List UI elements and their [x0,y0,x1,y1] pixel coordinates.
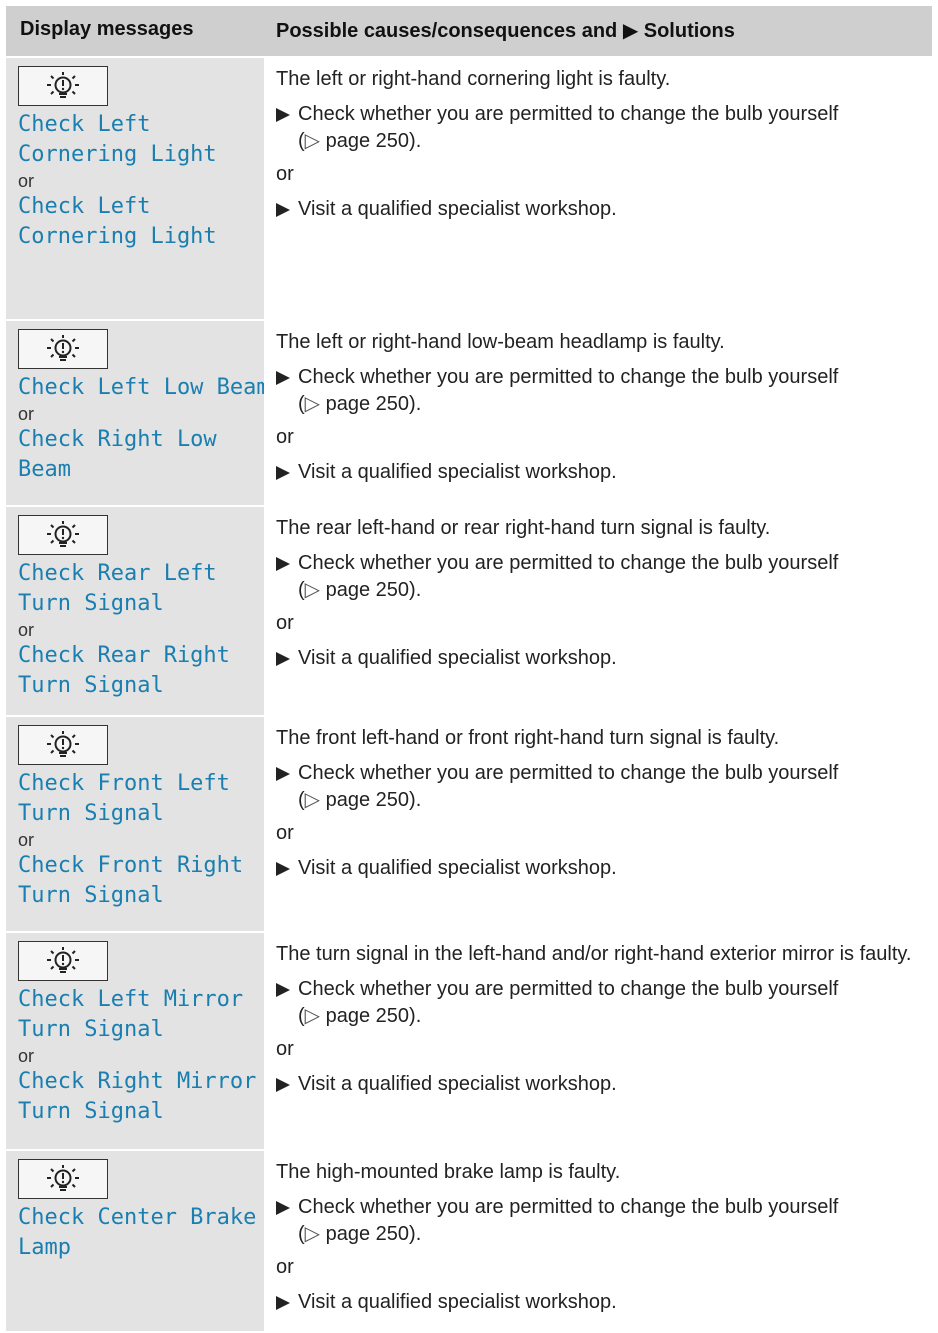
or-label: or [276,1256,294,1278]
or-label: or [276,822,294,844]
arrow-right-icon [276,550,298,604]
bulb-warning-icon [18,329,108,369]
cause-description: The turn signal in the left-hand and/or … [276,943,912,965]
arrow-right-icon [276,976,298,1030]
solution-step: Visit a qualified specialist workshop. [276,645,932,672]
display-message-cell: Check Left Mirror Turn Signal or Check R… [6,933,264,1149]
message-text: Check Left Cornering Light [18,112,217,167]
solution-step: Check whether you are permitted to chang… [276,550,932,604]
header-display-messages: Display messages [20,18,194,40]
cause-description: The left or right-hand cornering light i… [276,68,671,90]
page-reference[interactable]: (▷ page 250). [298,789,421,811]
arrow-right-icon [276,645,298,672]
cause-description: The left or right-hand low-beam headlamp… [276,331,725,353]
arrow-right-icon [276,101,298,155]
table-header: Display messages Possible causes/consequ… [6,6,932,58]
bulb-warning-icon [18,725,108,765]
page-reference[interactable]: (▷ page 250). [298,130,421,152]
step-text: Check whether you are permitted to chang… [298,552,839,574]
message-table: Display messages Possible causes/consequ… [6,6,932,1333]
bulb-warning-icon [18,941,108,981]
message-text: Check Center Brake Lamp [18,1205,257,1260]
arrow-right-icon [276,760,298,814]
message-text: Check Rear Right Turn Signal [18,643,230,698]
or-label: or [276,1038,294,1060]
solution-step: Visit a qualified specialist workshop. [276,459,932,486]
page-reference[interactable]: (▷ page 250). [298,1005,421,1027]
solution-step: Visit a qualified specialist workshop. [276,1289,932,1316]
bulb-warning-icon [18,515,108,555]
or-label: or [276,612,294,634]
table-row: Check Left Cornering Light or Check Left… [6,58,932,321]
header-causes-solutions: Possible causes/consequences and ▶ Solut… [276,20,735,42]
message-text: Check Right Mirror Turn Signal [18,1069,257,1124]
solution-step: Visit a qualified specialist workshop. [276,1071,932,1098]
message-text: Check Left Mirror Turn Signal [18,987,244,1042]
table-row: Check Left Mirror Turn Signal or Check R… [6,933,932,1151]
step-text: Check whether you are permitted to chang… [298,978,839,1000]
message-text: Check Left Cornering Light [18,194,217,249]
page-reference[interactable]: (▷ page 250). [298,393,421,415]
message-text: Check Right Low Beam [18,427,217,482]
step-text: Check whether you are permitted to chang… [298,103,839,125]
table-row: Check Left Low Beam or Check Right Low B… [6,321,932,507]
message-text: Check Front Left Turn Signal [18,771,230,826]
causes-solutions-cell: The left or right-hand low-beam headlamp… [264,321,932,505]
solution-step: Check whether you are permitted to chang… [276,101,932,155]
table-row: Check Rear Left Turn Signal or Check Rea… [6,507,932,717]
table-row: Check Center Brake Lamp The high-mounted… [6,1151,932,1333]
bulb-warning-icon [18,66,108,106]
or-label: or [276,163,294,185]
display-message-cell: Check Front Left Turn Signal or Check Fr… [6,717,264,931]
page-reference[interactable]: (▷ page 250). [298,579,421,601]
step-text: Visit a qualified specialist workshop. [298,1291,617,1313]
message-text: Check Front Right Turn Signal [18,853,244,908]
solution-step: Check whether you are permitted to chang… [276,760,932,814]
arrow-right-icon [276,364,298,418]
step-text: Check whether you are permitted to chang… [298,1196,839,1218]
cause-description: The high-mounted brake lamp is faulty. [276,1161,621,1183]
causes-solutions-cell: The turn signal in the left-hand and/or … [264,933,932,1149]
or-label: or [18,171,35,191]
solution-step: Visit a qualified specialist workshop. [276,196,932,223]
bulb-warning-icon [18,1159,108,1199]
message-text: Check Left Low Beam [18,375,270,400]
step-text: Visit a qualified specialist workshop. [298,1073,617,1095]
display-message-cell: Check Left Cornering Light or Check Left… [6,58,264,319]
arrow-right-icon [276,196,298,223]
or-label: or [276,426,294,448]
causes-solutions-cell: The left or right-hand cornering light i… [264,58,932,319]
cause-description: The rear left-hand or rear right-hand tu… [276,517,771,539]
display-message-cell: Check Left Low Beam or Check Right Low B… [6,321,270,505]
solution-step: Check whether you are permitted to chang… [276,1194,932,1248]
solution-step: Check whether you are permitted to chang… [276,976,932,1030]
display-message-cell: Check Rear Left Turn Signal or Check Rea… [6,507,264,715]
or-label: or [18,1046,35,1066]
table-row: Check Front Left Turn Signal or Check Fr… [6,717,932,933]
message-text: Check Rear Left Turn Signal [18,561,217,616]
or-label: or [18,830,35,850]
solution-step: Check whether you are permitted to chang… [276,364,932,418]
solution-step: Visit a qualified specialist workshop. [276,855,932,882]
or-label: or [18,620,35,640]
display-message-cell: Check Center Brake Lamp [6,1151,264,1331]
arrow-right-icon [276,1289,298,1316]
arrow-right-icon [276,459,298,486]
causes-solutions-cell: The front left-hand or front right-hand … [264,717,932,931]
step-text: Visit a qualified specialist workshop. [298,857,617,879]
step-text: Visit a qualified specialist workshop. [298,461,617,483]
step-text: Check whether you are permitted to chang… [298,762,839,784]
page-reference[interactable]: (▷ page 250). [298,1223,421,1245]
step-text: Check whether you are permitted to chang… [298,366,839,388]
cause-description: The front left-hand or front right-hand … [276,727,780,749]
arrow-right-icon [276,1194,298,1248]
step-text: Visit a qualified specialist workshop. [298,198,617,220]
arrow-right-icon [276,1071,298,1098]
causes-solutions-cell: The high-mounted brake lamp is faulty. C… [264,1151,932,1331]
arrow-right-icon [276,855,298,882]
step-text: Visit a qualified specialist workshop. [298,647,617,669]
or-label: or [18,404,35,424]
causes-solutions-cell: The rear left-hand or rear right-hand tu… [264,507,932,715]
